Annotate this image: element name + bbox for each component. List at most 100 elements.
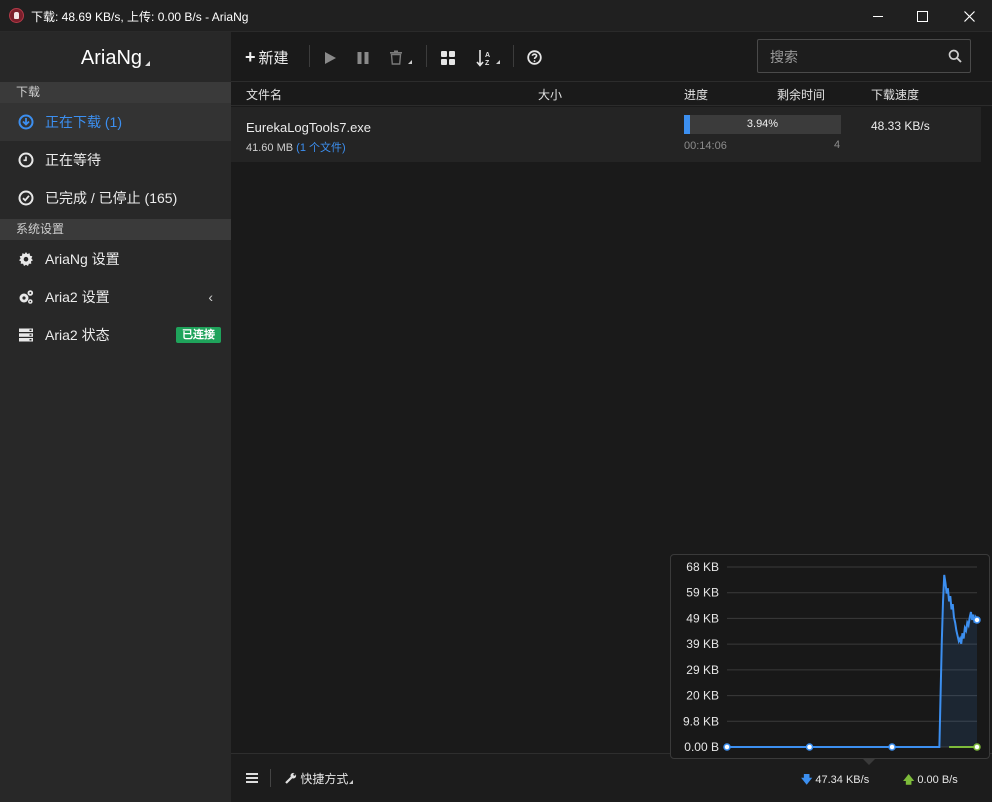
speed-chart: 68 KB 59 KB 49 KB 39 KB 29 KB 20 KB 9.8 KB 0.00… [670,554,990,759]
chart-point[interactable] [888,743,896,751]
chart-point[interactable] [805,743,814,751]
gear-icon [19,252,33,266]
nav-label: 正在下载 (1) [45,114,122,130]
global-download-speed-value: 47.34 KB/s [815,774,870,786]
nav-downloading[interactable]: 正在下载 (1) [0,103,231,141]
chevron-left-icon[interactable]: ‹ [208,278,213,316]
brand-caret-icon [145,61,151,66]
hamburger-menu-icon[interactable] [246,773,258,783]
column-header-progress[interactable]: 进度 [684,86,708,103]
column-header-remaining[interactable]: 剩余时间 [777,86,825,103]
window-title: 下载: 48.69 KB/s, 上传: 0.00 B/s - AriaNg [31,10,249,24]
task-progress-text: 3.94% [746,118,779,130]
select-all-button[interactable] [441,45,455,69]
chart-y-tick-label: 0.00 B [684,740,719,754]
check-circle-icon [18,190,34,206]
global-download-speed[interactable]: 🡇 47.34 KB/s [801,771,869,790]
arrow-up-icon: 🡅 [903,774,915,786]
sort-dropdown-caret-icon [496,60,500,64]
section-header-download: 下载 [0,82,231,103]
search-icon[interactable] [948,49,962,63]
chart-y-tick-label: 49 KB [686,611,719,625]
search-box [757,39,971,73]
chart-point[interactable] [973,743,981,751]
delete-dropdown-caret-icon [408,60,412,64]
sort-button[interactable]: AZ [476,45,500,69]
chart-y-tick-label: 39 KB [686,637,719,651]
sidebar: AriaNg 下载 正在下载 (1) 正在等待 已完成 / 已停止 (165) … [0,32,231,802]
chart-y-tick-label: 9.8 KB [683,714,719,728]
app-icon [9,8,24,23]
minimize-icon [873,16,883,18]
chart-y-tick-label: 68 KB [686,560,719,574]
task-download-speed: 48.33 KB/s [871,119,930,133]
pause-button[interactable] [356,45,370,69]
trash-icon [390,50,402,65]
toolbar-divider [426,45,427,67]
task-file-name[interactable]: EurekaLogTools7.exe [246,120,371,135]
close-button[interactable] [946,0,992,32]
server-icon [19,328,33,342]
global-upload-speed-value: 0.00 B/s [917,774,958,786]
start-button[interactable] [323,45,337,69]
nav-aria2-status[interactable]: Aria2 状态 已连接 [0,316,231,354]
nav-aria2-settings[interactable]: Aria2 设置 ‹ [0,278,231,316]
shortcut-menu[interactable]: 快捷方式 [285,770,354,787]
search-input[interactable] [768,46,942,68]
section-header-settings: 系统设置 [0,219,231,240]
nav-label: Aria2 设置 [45,289,110,305]
task-files-link[interactable]: (1 个文件) [296,142,346,154]
play-icon [325,51,336,64]
maximize-button[interactable] [899,0,945,32]
task-file-size: 41.60 MB (1 个文件) [246,139,346,155]
table-header: 文件名 大小 进度 剩余时间 下载速度 [231,82,992,106]
title-bar: 下载: 48.69 KB/s, 上传: 0.00 B/s - AriaNg [0,0,992,32]
table-row[interactable]: EurekaLogTools7.exe 41.60 MB (1 个文件) 3.9… [231,107,981,162]
arrow-down-icon: 🡇 [801,774,813,786]
chart-point[interactable] [723,743,731,751]
nav-ariang-settings[interactable]: AriaNg 设置 [0,240,231,278]
download-circle-icon [18,114,34,130]
delete-button[interactable] [389,45,412,69]
nav-waiting[interactable]: 正在等待 [0,141,231,179]
task-remaining-time: 00:14:06 [684,140,727,152]
sort-alpha-icon: AZ [476,49,490,67]
shortcut-caret-icon [349,780,354,784]
brand-logo[interactable]: AriaNg [0,32,231,82]
grid-icon [441,50,455,65]
help-button[interactable] [527,45,542,69]
speed-chart-svg: 68 KB 59 KB 49 KB 39 KB 29 KB 20 KB 9.8 KB 0.00… [683,560,981,754]
svg-text:Z: Z [485,60,490,67]
nav-label: 已完成 / 已停止 (165) [45,190,178,206]
new-task-label: 新建 [258,50,289,67]
svg-text:A: A [485,52,490,59]
status-footer: 快捷方式 🡇 47.34 KB/s 🡅 0.00 B/s [231,753,992,802]
nav-label: Aria2 状态 [45,327,110,343]
wrench-icon [285,772,297,784]
chart-y-tick-label: 29 KB [686,663,719,677]
toolbar: + 新建 AZ [231,32,992,82]
new-task-button[interactable]: + 新建 [245,45,289,69]
toolbar-divider [309,45,310,67]
task-size-value: 41.60 MB [246,142,294,154]
pause-icon [357,51,369,64]
global-upload-speed[interactable]: 🡅 0.00 B/s [903,771,958,790]
chart-tooltip-pointer [862,758,876,765]
minimize-button[interactable] [855,0,901,32]
nav-stopped[interactable]: 已完成 / 已停止 (165) [0,179,231,217]
brand-name: AriaNg [80,47,143,69]
status-badge: 已连接 [176,327,221,343]
chart-y-tick-label: 59 KB [686,586,719,600]
chart-y-tick-label: 20 KB [686,689,719,703]
clock-icon [18,152,34,168]
nav-label: AriaNg 设置 [45,251,120,267]
task-connections: 4 [834,139,841,151]
column-header-size[interactable]: 大小 [538,86,562,103]
gears-icon [19,290,34,304]
help-icon [527,50,542,65]
column-header-speed[interactable]: 下载速度 [871,86,919,103]
chart-point[interactable] [973,616,981,624]
nav-label: 正在等待 [45,152,101,168]
column-header-name[interactable]: 文件名 [246,86,282,103]
toolbar-divider [513,45,514,67]
